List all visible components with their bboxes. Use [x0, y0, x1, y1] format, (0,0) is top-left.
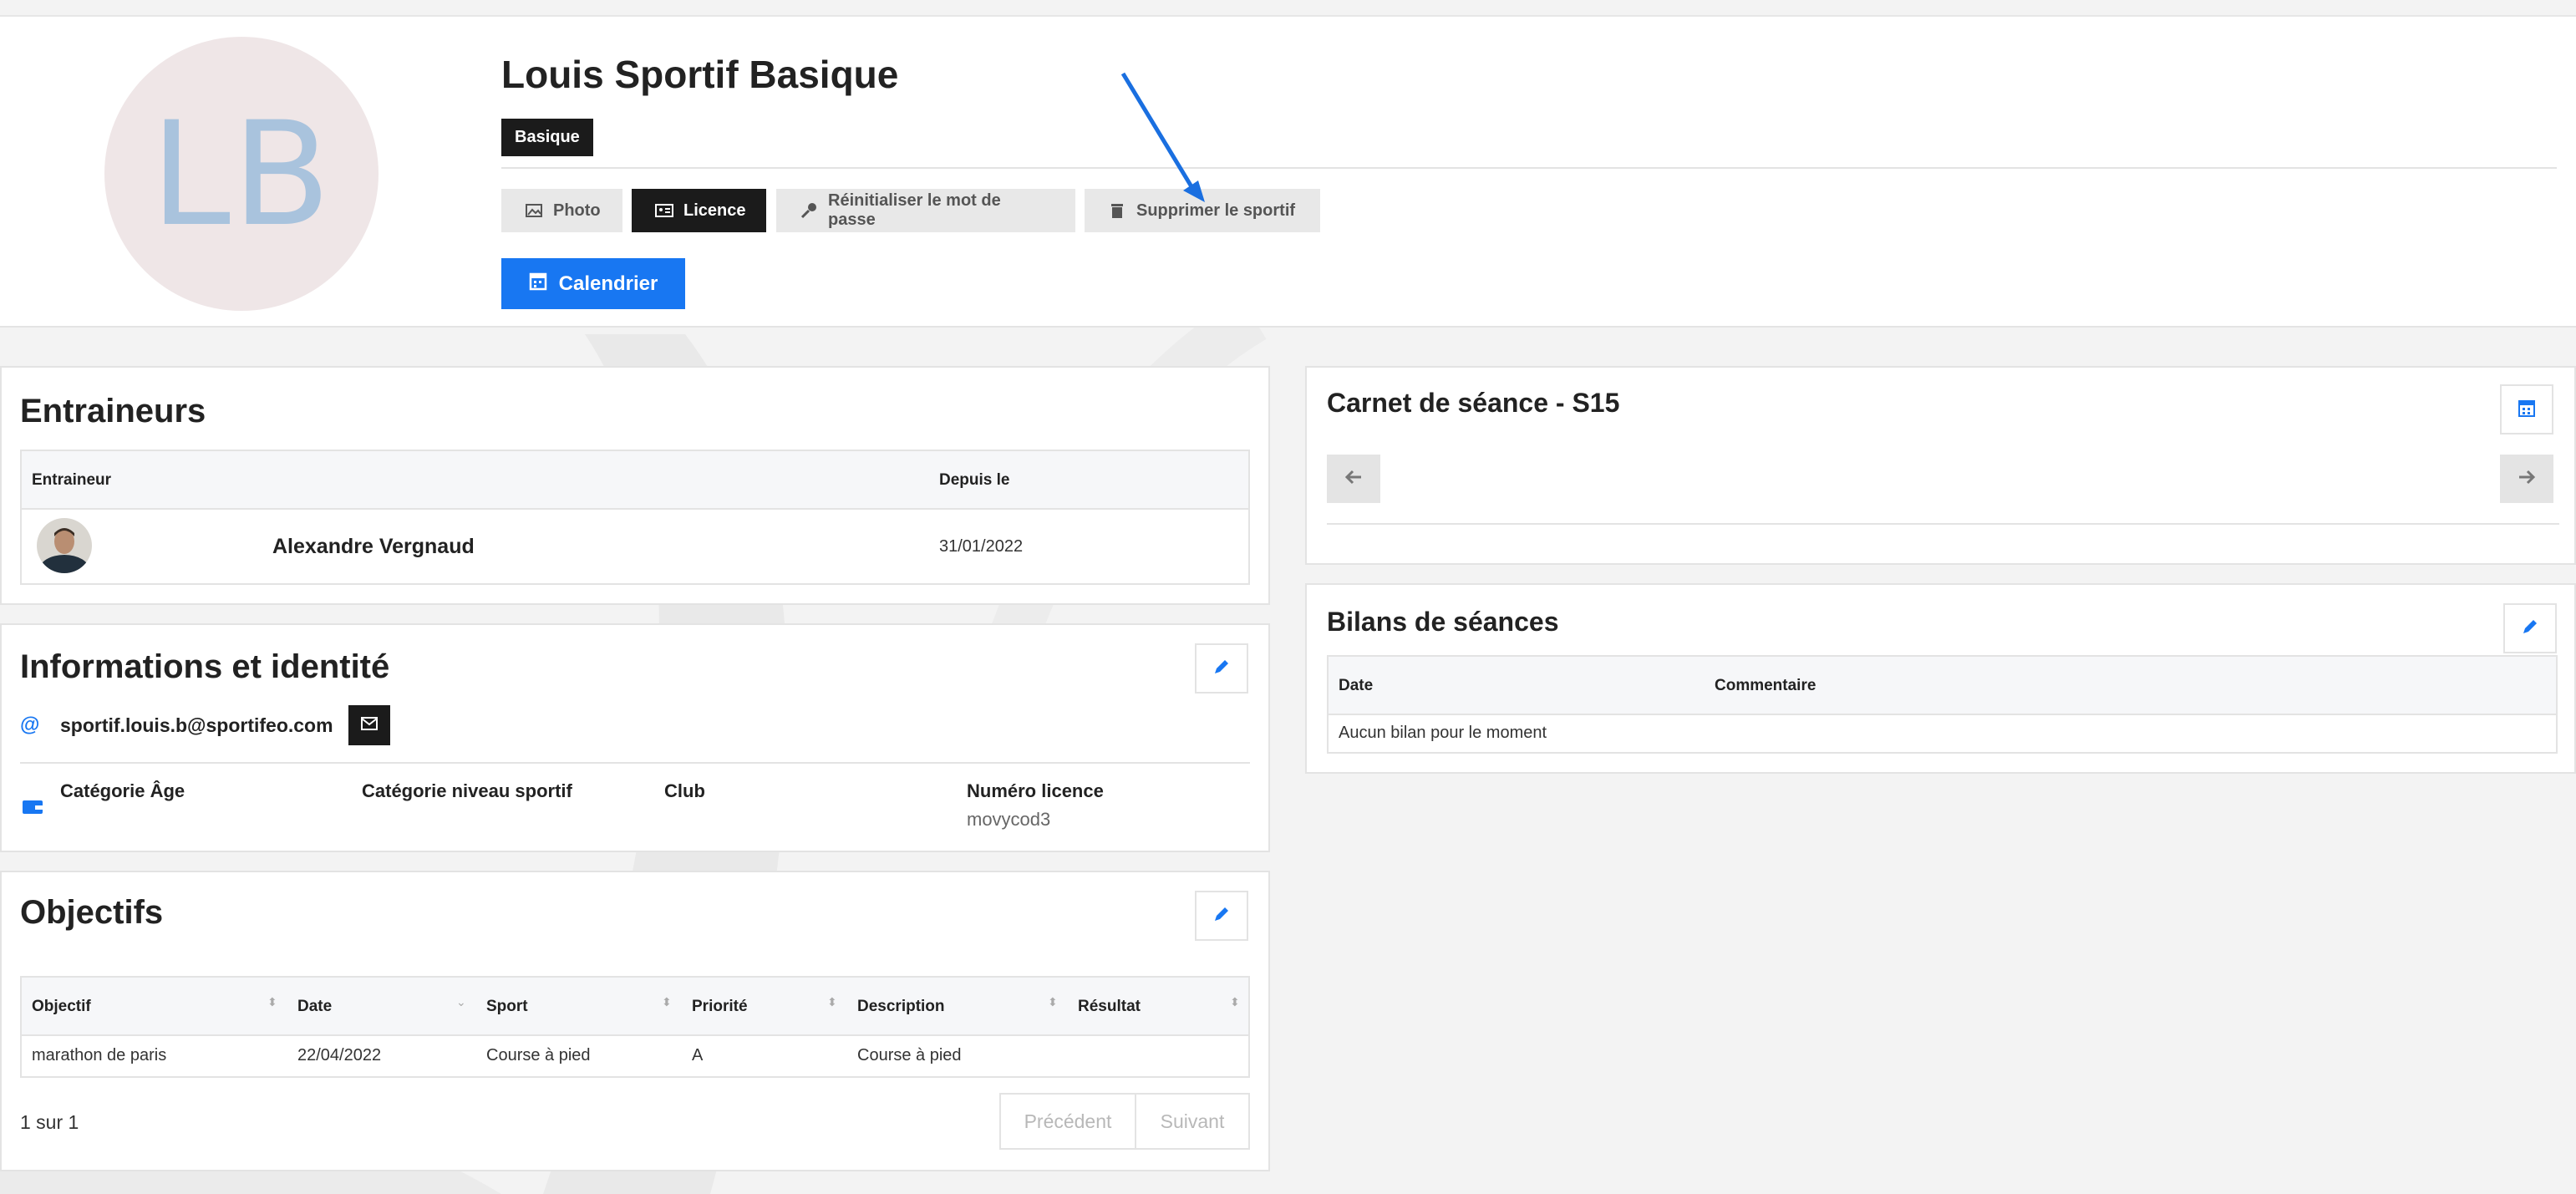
coach-avatar	[37, 518, 92, 573]
previous-week-button[interactable]	[1327, 455, 1380, 503]
licence-number-value: movycod3	[967, 809, 1051, 830]
coach-name: Alexandre Vergnaud	[272, 535, 475, 558]
arrow-left-icon	[1344, 470, 1363, 489]
sort-icon[interactable]: ⬍	[827, 996, 837, 1008]
sort-desc-icon[interactable]: ⌄	[456, 996, 466, 1008]
table-header: Entraineur Depuis le	[22, 451, 1248, 510]
sort-icon[interactable]: ⬍	[1230, 996, 1240, 1008]
sort-icon[interactable]: ⬍	[267, 996, 277, 1008]
info-card: Informations et identité @ sportif.louis…	[0, 623, 1270, 852]
licence-button-label: Licence	[683, 201, 746, 220]
column-header-coach: Entraineur	[32, 471, 112, 489]
coaches-table: Entraineur Depuis le Alexandre Vergnaud …	[20, 450, 1250, 585]
image-icon	[525, 201, 543, 220]
goal-objective: marathon de paris	[32, 1046, 167, 1064]
goal-priority: A	[692, 1046, 704, 1064]
session-log-divider	[1327, 523, 2559, 525]
annotation-arrow-icon	[1120, 72, 1205, 202]
envelope-icon	[360, 716, 378, 734]
calendar-button-label: Calendrier	[558, 272, 658, 295]
club-label: Club	[664, 780, 705, 801]
edit-info-button[interactable]	[1195, 643, 1248, 694]
key-icon	[800, 201, 818, 220]
profile-header: LB Louis Sportif Basique Basique Photo L…	[0, 15, 2576, 328]
column-header-sport[interactable]: Sport	[486, 998, 528, 1016]
at-icon: @	[20, 714, 40, 736]
table-header: Date Commentaire	[1329, 657, 2556, 715]
table-header: Objectif ⬍ Date ⌄ Sport ⬍ Priorité ⬍ Des…	[22, 978, 1248, 1036]
empty-state-text: Aucun bilan pour le moment	[1339, 724, 1547, 742]
coach-since-date: 31/01/2022	[939, 537, 1024, 556]
avatar-initials: LB	[150, 89, 333, 258]
photo-button-label: Photo	[553, 201, 601, 220]
pencil-icon	[2521, 617, 2539, 640]
session-reviews-table: Date Commentaire Aucun bilan pour le mom…	[1327, 655, 2558, 754]
licence-button[interactable]: Licence	[632, 189, 766, 232]
session-reviews-card: Bilans de séances Date Commentaire Aucun…	[1305, 583, 2576, 774]
level-category-label: Catégorie niveau sportif	[362, 780, 572, 801]
session-log-card: Carnet de séance - S15	[1305, 366, 2576, 565]
avatar: LB	[104, 37, 379, 311]
edit-reviews-button[interactable]	[2503, 603, 2557, 653]
table-row[interactable]: marathon de paris 22/04/2022 Course à pi…	[22, 1036, 1248, 1076]
next-page-button[interactable]: Suivant	[1135, 1095, 1248, 1148]
email-text: sportif.louis.b@sportifeo.com	[60, 714, 333, 736]
previous-page-button[interactable]: Précédent	[1001, 1095, 1135, 1148]
calendar-button[interactable]: Calendrier	[501, 258, 685, 309]
level-badge: Basique	[501, 119, 593, 156]
goal-description: Course à pied	[857, 1046, 962, 1064]
page-title: Louis Sportif Basique	[501, 53, 899, 96]
goals-table: Objectif ⬍ Date ⌄ Sport ⬍ Priorité ⬍ Des…	[20, 976, 1250, 1078]
table-row[interactable]: Alexandre Vergnaud 31/01/2022	[22, 510, 1248, 585]
column-header-priority[interactable]: Priorité	[692, 998, 748, 1016]
column-header-description[interactable]: Description	[857, 998, 945, 1016]
pagination: Précédent Suivant	[999, 1093, 1250, 1150]
arrow-right-icon	[2518, 470, 2536, 489]
reset-password-label: Réinitialiser le mot de passe	[828, 191, 1001, 229]
licence-number-label: Numéro licence	[967, 780, 1104, 801]
sort-icon[interactable]: ⬍	[1048, 996, 1058, 1008]
goals-card: Objectifs Objectif ⬍ Date ⌄ Sport ⬍ Prio…	[0, 871, 1270, 1171]
wallet-icon	[22, 797, 43, 815]
column-header-result[interactable]: Résultat	[1078, 998, 1141, 1016]
column-header-since: Depuis le	[939, 471, 1010, 489]
session-reviews-title: Bilans de séances	[1327, 607, 1559, 637]
column-header-date: Date	[1339, 677, 1374, 694]
goal-date: 22/04/2022	[297, 1046, 382, 1064]
coaches-card: Entraineurs Entraineur Depuis le Alexand…	[0, 366, 1270, 605]
coaches-title: Entraineurs	[20, 393, 206, 429]
reset-password-button[interactable]: Réinitialiser le mot de passe	[776, 189, 1075, 232]
info-title: Informations et identité	[20, 648, 390, 685]
column-header-objective[interactable]: Objectif	[32, 998, 91, 1016]
age-category-label: Catégorie Âge	[60, 780, 185, 801]
column-header-date[interactable]: Date	[297, 998, 332, 1016]
send-email-button[interactable]	[348, 705, 390, 745]
goal-sport: Course à pied	[486, 1046, 591, 1064]
photo-button[interactable]: Photo	[501, 189, 622, 232]
column-header-comment: Commentaire	[1715, 677, 1816, 694]
id-card-icon	[655, 201, 673, 220]
header-divider	[501, 167, 2557, 169]
edit-goals-button[interactable]	[1195, 891, 1248, 941]
next-week-button[interactable]	[2500, 455, 2553, 503]
pencil-icon	[1212, 905, 1231, 927]
goals-title: Objectifs	[20, 894, 164, 931]
session-calendar-button[interactable]	[2500, 384, 2553, 434]
info-divider	[20, 762, 1250, 764]
sort-icon[interactable]: ⬍	[662, 996, 672, 1008]
calendar-icon	[529, 271, 547, 297]
calendar-icon	[2518, 399, 2535, 421]
email-row: @ sportif.louis.b@sportifeo.com	[20, 705, 390, 745]
pencil-icon	[1212, 658, 1231, 680]
session-log-title: Carnet de séance - S15	[1327, 388, 1620, 418]
pagination-text: 1 sur 1	[20, 1111, 79, 1133]
